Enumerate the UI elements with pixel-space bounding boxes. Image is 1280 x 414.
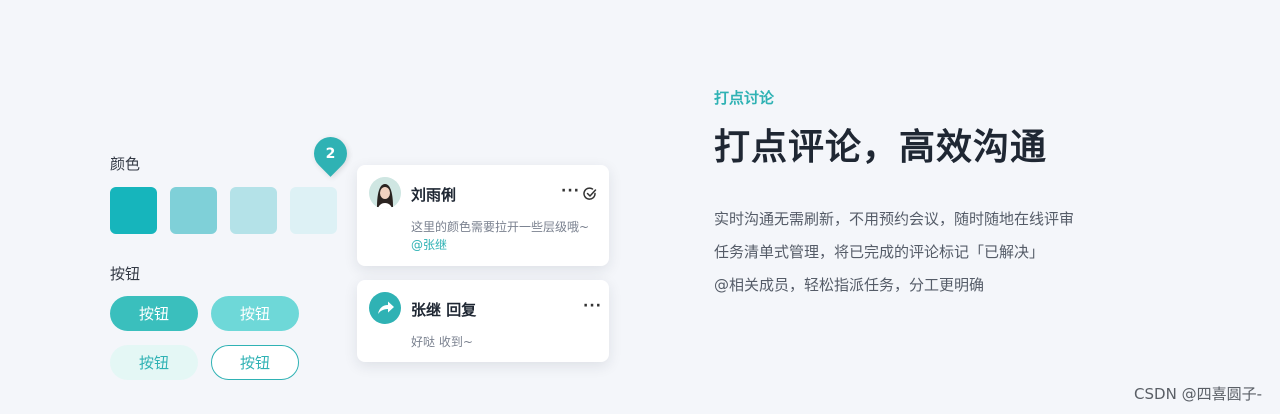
outline-button[interactable]: 按钮 (211, 345, 299, 380)
solid-button[interactable]: 按钮 (110, 296, 198, 331)
comment-card[interactable]: 刘雨俐 ··· 这里的颜色需要拉开一些层级哦~ @张继 (357, 165, 609, 266)
feature-title: 打点评论，高效沟通 (714, 127, 1048, 168)
feature-eyebrow: 打点讨论 (714, 89, 775, 107)
light-button[interactable]: 按钮 (211, 296, 299, 331)
comment-mention[interactable]: @张继 (411, 236, 447, 254)
comment-pin-number: 2 (325, 145, 336, 162)
feature-line-1: 实时沟通无需刷新，不用预约会议，随时随地在线评审 (714, 210, 1075, 228)
ellipsis-icon[interactable]: ··· (583, 298, 602, 314)
feature-line-3: @相关成员，轻松指派任务，分工更明确 (714, 276, 985, 294)
reply-text: 好哒 收到~ (411, 335, 473, 349)
avatar (369, 177, 401, 209)
color-swatch-4[interactable] (290, 187, 337, 234)
watermark: CSDN @四喜圆子- (1134, 385, 1262, 403)
ellipsis-icon[interactable]: ··· (561, 183, 580, 199)
color-swatch-2[interactable] (170, 187, 217, 234)
comment-author: 刘雨俐 (411, 186, 457, 204)
check-circle-icon[interactable] (583, 186, 597, 200)
colors-section-label: 颜色 (110, 155, 141, 173)
reply-author: 张继 回复 (411, 301, 477, 319)
feature-line-2: 任务清单式管理，将已完成的评论标记「已解决」 (714, 243, 1045, 261)
pale-button[interactable]: 按钮 (110, 345, 198, 380)
reply-arrow-icon (369, 292, 401, 324)
color-swatch-3[interactable] (230, 187, 277, 234)
reply-card[interactable]: 张继 回复 ··· 好哒 收到~ (357, 280, 609, 362)
buttons-section-label: 按钮 (110, 265, 141, 283)
comment-text: 这里的颜色需要拉开一些层级哦~ (411, 220, 590, 234)
color-swatch-1[interactable] (110, 187, 157, 234)
